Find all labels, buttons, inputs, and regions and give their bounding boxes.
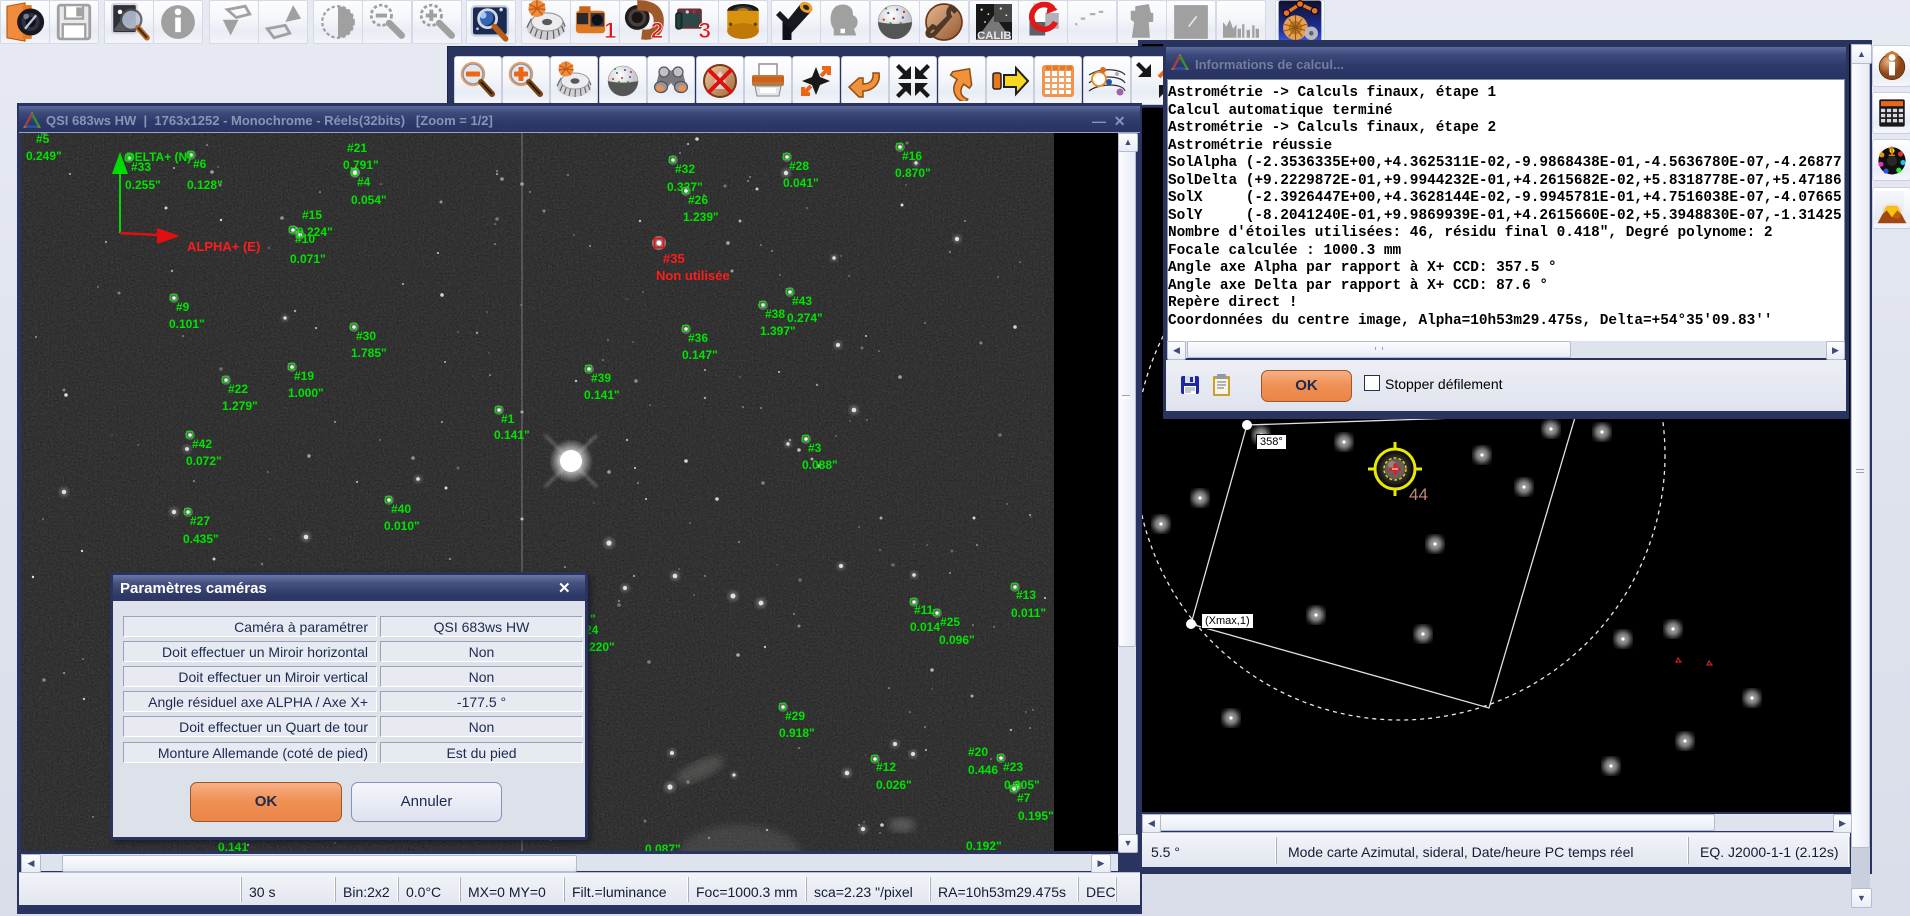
svg-text:2: 2	[651, 18, 664, 43]
svg-text:3: 3	[699, 18, 712, 43]
svg-text:CALIB: CALIB	[977, 30, 1011, 42]
svg-text:1: 1	[604, 18, 617, 43]
svg-text:1: 1	[1887, 144, 1895, 159]
